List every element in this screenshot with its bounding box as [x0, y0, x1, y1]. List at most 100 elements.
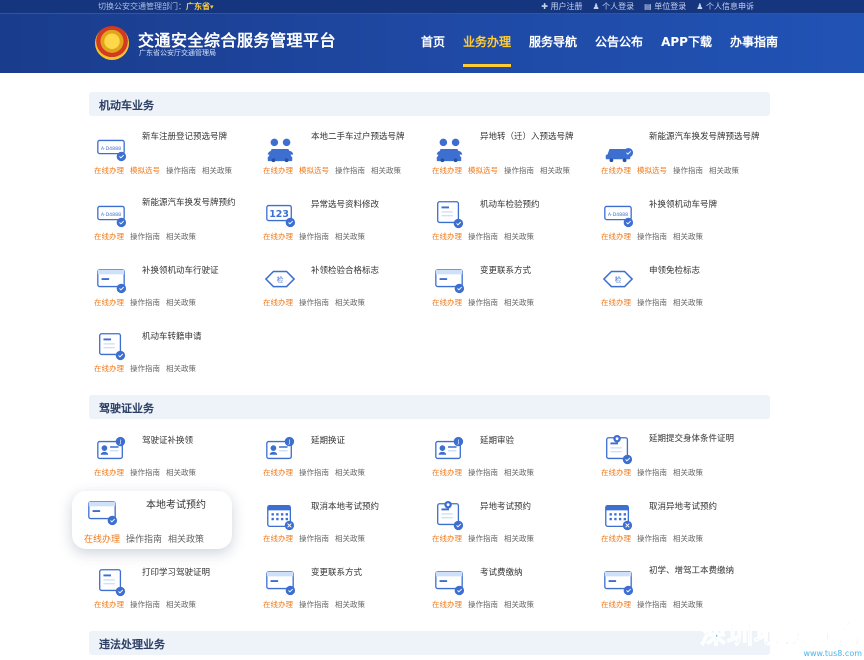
doc-service-icon[interactable] [94, 566, 128, 598]
mock-selection-link[interactable]: 模拟选号 [130, 166, 160, 175]
online-apply-link[interactable]: 在线办理 [94, 298, 124, 307]
online-apply-link[interactable]: 在线办理 [263, 600, 293, 609]
motor-service-card[interactable]: 机动车检验预约 在线办理 操作指南 相关政策 [428, 194, 593, 246]
operation-guide-link[interactable]: 操作指南 [468, 298, 498, 307]
service-name[interactable]: 打印学习驾驶证明 [142, 568, 254, 579]
card-service-icon[interactable] [432, 264, 466, 296]
operation-guide-link[interactable]: 操作指南 [335, 166, 365, 175]
online-apply-link[interactable]: 在线办理 [94, 166, 124, 175]
online-apply-link[interactable]: 在线办理 [263, 232, 293, 241]
related-policy-link[interactable]: 相关政策 [166, 600, 196, 609]
unit-login-link[interactable]: ▤ 单位登录 [644, 1, 686, 12]
related-policy-link[interactable]: 相关政策 [335, 298, 365, 307]
nav-home[interactable]: 首页 [421, 33, 445, 50]
service-name[interactable]: 机动车转籍申请 [142, 332, 254, 343]
operation-guide-link[interactable]: 操作指南 [637, 468, 667, 477]
id-service-icon[interactable]: J [263, 434, 297, 466]
online-apply-link[interactable]: 在线办理 [94, 232, 124, 241]
dept-switcher[interactable]: 切换公安交通管理部门：广东省▾ [98, 1, 214, 12]
motor-service-card[interactable]: 补换领机动车行驶证 在线办理 操作指南 相关政策 [90, 260, 255, 312]
nav-app-download[interactable]: APP下载 [661, 33, 712, 50]
doc-service-icon[interactable] [94, 330, 128, 362]
police-emblem-logo[interactable] [95, 26, 129, 60]
dia-service-icon[interactable]: 检 [601, 264, 635, 296]
related-policy-link[interactable]: 相关政策 [335, 534, 365, 543]
service-name[interactable]: 延期审验 [480, 436, 592, 447]
service-name[interactable]: 补换领机动车号牌 [649, 200, 761, 211]
operation-guide-link[interactable]: 操作指南 [299, 468, 329, 477]
operation-guide-link[interactable]: 操作指南 [673, 166, 703, 175]
online-apply-link[interactable]: 在线办理 [263, 298, 293, 307]
license-service-card[interactable]: 本地考试预约 在线办理 操作指南 相关政策 [72, 491, 232, 549]
related-policy-link[interactable]: 相关政策 [166, 232, 196, 241]
related-policy-link[interactable]: 相关政策 [673, 534, 703, 543]
online-apply-link[interactable]: 在线办理 [601, 166, 631, 175]
license-service-card[interactable]: J 延期审验在线办理 操作指南 相关政策 [428, 430, 593, 482]
operation-guide-link[interactable]: 操作指南 [468, 534, 498, 543]
related-policy-link[interactable]: 相关政策 [202, 166, 232, 175]
service-name[interactable]: 驾驶证补换领 [142, 436, 254, 447]
operation-guide-link[interactable]: 操作指南 [637, 600, 667, 609]
motor-service-card[interactable]: 本地二手车过户预选号牌 在线办理 模拟选号 操作指南 相关政策 [259, 128, 424, 180]
operation-guide-link[interactable]: 操作指南 [126, 535, 162, 545]
related-policy-link[interactable]: 相关政策 [540, 166, 570, 175]
card-service-icon[interactable] [84, 496, 120, 528]
operation-guide-link[interactable]: 操作指南 [299, 298, 329, 307]
related-policy-link[interactable]: 相关政策 [673, 468, 703, 477]
online-apply-link[interactable]: 在线办理 [432, 534, 462, 543]
license-service-card[interactable]: 初学、增驾工本费缴纳 在线办理 操作指南 相关政策 [597, 562, 762, 614]
online-apply-link[interactable]: 在线办理 [601, 600, 631, 609]
register-link[interactable]: ✚ 用户注册 [541, 1, 582, 12]
online-apply-link[interactable]: 在线办理 [263, 468, 293, 477]
online-apply-link[interactable]: 在线办理 [263, 534, 293, 543]
card-service-icon[interactable] [263, 566, 297, 598]
mock-selection-link[interactable]: 模拟选号 [299, 166, 329, 175]
related-policy-link[interactable]: 相关政策 [371, 166, 401, 175]
service-name[interactable]: 异常选号资料修改 [311, 200, 423, 211]
motor-service-card[interactable]: 机动车转籍申请 在线办理 操作指南 相关政策 [90, 326, 255, 378]
service-name[interactable]: 延期换证 [311, 436, 423, 447]
service-name[interactable]: 补换领机动车行驶证 [142, 266, 254, 277]
service-name[interactable]: 新能源汽车换发号牌预约 [142, 198, 254, 209]
operation-guide-link[interactable]: 操作指南 [130, 468, 160, 477]
online-apply-link[interactable]: 在线办理 [263, 166, 293, 175]
service-name[interactable]: 延期提交身体条件证明 [649, 434, 761, 445]
related-policy-link[interactable]: 相关政策 [504, 600, 534, 609]
online-apply-link[interactable]: 在线办理 [601, 232, 631, 241]
online-apply-link[interactable]: 在线办理 [84, 535, 120, 545]
operation-guide-link[interactable]: 操作指南 [468, 468, 498, 477]
operation-guide-link[interactable]: 操作指南 [299, 600, 329, 609]
online-apply-link[interactable]: 在线办理 [94, 600, 124, 609]
online-apply-link[interactable]: 在线办理 [601, 534, 631, 543]
motor-service-card[interactable]: A·D4888 新能源汽车换发号牌预约 在线办理 操作指南 相关政策 [90, 194, 255, 246]
operation-guide-link[interactable]: 操作指南 [468, 600, 498, 609]
online-apply-link[interactable]: 在线办理 [601, 298, 631, 307]
service-name[interactable]: 异地考试预约 [480, 502, 592, 513]
motor-service-card[interactable]: 检 申领免检标志 在线办理 操作指南 相关政策 [597, 260, 762, 312]
mock-selection-link[interactable]: 模拟选号 [468, 166, 498, 175]
operation-guide-link[interactable]: 操作指南 [637, 534, 667, 543]
service-name[interactable]: 异地转（迁）入预选号牌 [480, 132, 592, 143]
car-service-icon[interactable] [601, 132, 635, 164]
pin-service-icon[interactable] [432, 500, 466, 532]
related-policy-link[interactable]: 相关政策 [504, 534, 534, 543]
online-apply-link[interactable]: 在线办理 [432, 468, 462, 477]
related-policy-link[interactable]: 相关政策 [168, 535, 204, 545]
dia-service-icon[interactable]: 检 [263, 264, 297, 296]
id-service-icon[interactable]: J [432, 434, 466, 466]
operation-guide-link[interactable]: 操作指南 [130, 298, 160, 307]
plate-service-icon[interactable]: A·D4888 [94, 198, 128, 230]
license-service-card[interactable]: 变更联系方式 在线办理 操作指南 相关政策 [259, 562, 424, 614]
operation-guide-link[interactable]: 操作指南 [299, 232, 329, 241]
nav-guide[interactable]: 办事指南 [730, 33, 778, 50]
caret-down-icon[interactable]: ▾ [210, 3, 214, 11]
service-name[interactable]: 本地考试预约 [146, 500, 258, 511]
motor-service-card[interactable]: A·D4888 补换领机动车号牌 在线办理 操作指南 相关政策 [597, 194, 762, 246]
plate-service-icon[interactable]: A·D4888 [601, 198, 635, 230]
operation-guide-link[interactable]: 操作指南 [637, 298, 667, 307]
related-policy-link[interactable]: 相关政策 [504, 468, 534, 477]
service-name[interactable]: 初学、增驾工本费缴纳 [649, 566, 761, 577]
person-service-icon[interactable] [263, 132, 297, 164]
cal-service-icon[interactable] [601, 500, 635, 532]
operation-guide-link[interactable]: 操作指南 [166, 166, 196, 175]
